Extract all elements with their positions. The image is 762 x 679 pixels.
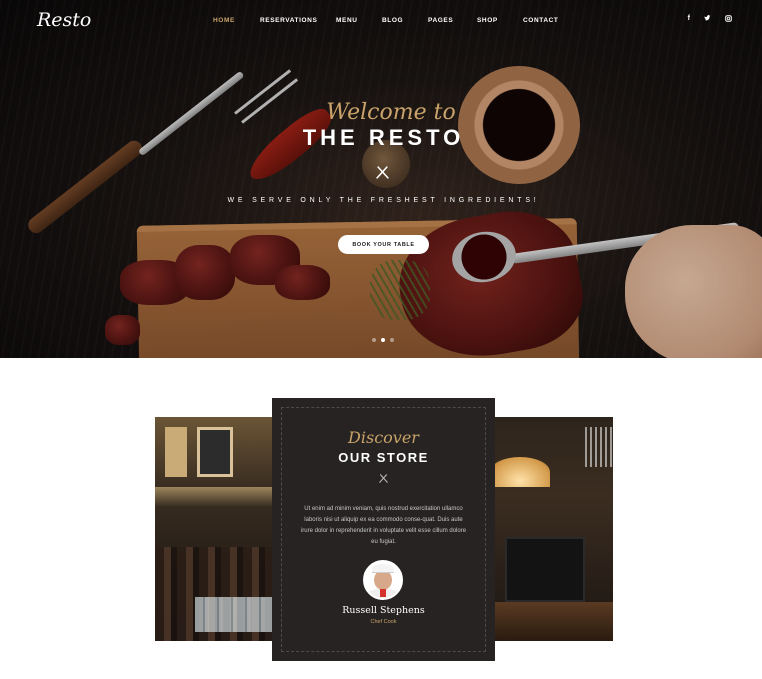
slider-dot[interactable] [390,338,394,342]
nav-pages[interactable]: PAGES [428,17,477,24]
nav-blog[interactable]: BLOG [382,17,428,24]
store-photo-left [155,417,272,641]
twitter-icon[interactable] [704,15,711,24]
store-script-title: Discover [348,428,419,447]
chef-name: Russell Stephens [342,605,425,616]
slider-pagination [372,338,394,342]
chef-role: Chef Cook [370,619,397,625]
utensils-icon [272,474,495,486]
chef-avatar [363,560,403,600]
facebook-icon[interactable]: f [688,15,690,24]
store-description: Ut enim ad minim veniam, quis nostrud ex… [300,506,467,545]
store-card: Discover OUR STORE Ut enim ad minim veni… [272,398,495,661]
site-logo[interactable]: Resto [37,9,91,31]
hero-title: THE RESTO [302,125,465,150]
hero-tagline: WE SERVE ONLY THE FRESHEST INGREDIENTS! [227,197,540,204]
hero-welcome-script: Welcome to [326,100,456,125]
slider-dot[interactable] [372,338,376,342]
hero-section: Resto HOME RESERVATIONS MENU BLOG PAGES … [0,0,762,358]
nav-shop[interactable]: SHOP [477,17,523,24]
nav-home[interactable]: HOME [213,17,260,24]
book-table-button[interactable]: BOOK YOUR TABLE [338,235,429,254]
nav-reservations[interactable]: RESERVATIONS [260,17,336,24]
main-nav: HOME RESERVATIONS MENU BLOG PAGES SHOP C… [213,17,583,24]
utensils-icon [376,166,389,182]
instagram-icon[interactable] [725,15,732,24]
social-links: f [688,15,732,24]
nav-menu[interactable]: MENU [336,17,382,24]
store-title: OUR STORE [338,450,429,465]
store-photo-right [495,417,613,641]
nav-contact[interactable]: CONTACT [523,17,583,24]
slider-dot-active[interactable] [381,338,385,342]
